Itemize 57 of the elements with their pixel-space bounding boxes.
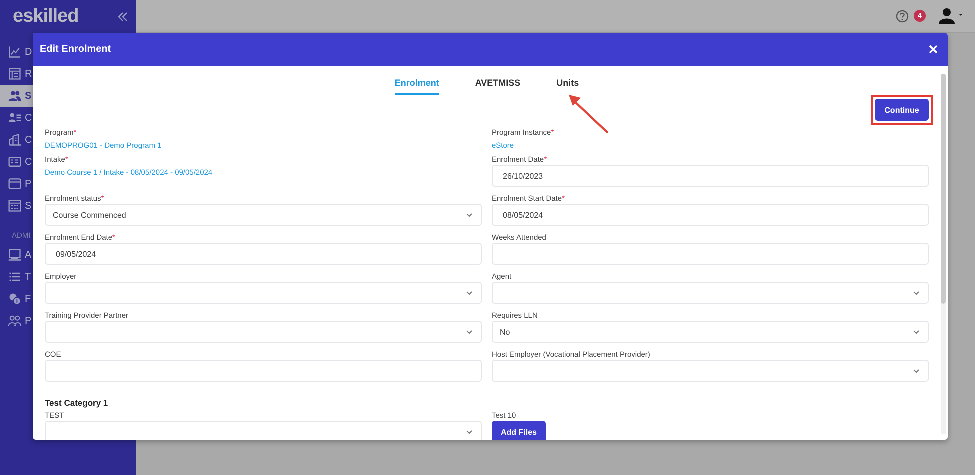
select-field[interactable] [45, 321, 482, 343]
chevron-down-icon [466, 330, 473, 334]
sidebar-item[interactable]: C [0, 151, 33, 173]
sidebar-item[interactable]: P [0, 310, 33, 332]
chevron-down-icon [466, 430, 473, 434]
sidebar-item[interactable]: C [0, 129, 33, 151]
input-field[interactable] [492, 243, 929, 265]
select-field[interactable]: Course Commenced [45, 204, 482, 226]
users-icon [8, 89, 22, 103]
modal-title: Edit Enrolment [40, 44, 112, 55]
chevron-down-icon [913, 290, 920, 296]
input-field[interactable]: 09/05/2024 [45, 243, 482, 265]
chevron-down-icon [466, 212, 473, 218]
user-menu-icon[interactable] [939, 8, 963, 24]
tab[interactable]: Units [556, 75, 580, 95]
select-field[interactable] [45, 282, 482, 304]
select-field[interactable] [45, 421, 482, 440]
window-icon [8, 177, 22, 191]
add-files-button[interactable]: Add Files [492, 421, 546, 440]
input-field[interactable] [45, 360, 482, 382]
tab[interactable]: Enrolment [394, 75, 440, 95]
select-field[interactable] [492, 360, 929, 382]
sidebar-item[interactable]: D [0, 41, 33, 63]
sidebar-item[interactable]: A [0, 244, 33, 266]
tab[interactable]: AVETMISS [475, 75, 521, 95]
monitor-icon [8, 248, 22, 262]
sidebar-item[interactable]: R [0, 63, 33, 85]
scrollbar[interactable] [941, 74, 946, 434]
arrow-annotation [567, 93, 611, 135]
document-icon [8, 67, 22, 81]
continue-button[interactable]: Continue [875, 99, 929, 121]
input-field[interactable]: 26/10/2023 [492, 165, 929, 187]
people-icon [8, 314, 22, 328]
coins-icon [8, 292, 22, 306]
list-icon [8, 270, 22, 284]
contact-icon [8, 111, 22, 125]
sidebar-item[interactable]: F [0, 288, 33, 310]
section-heading: Test Category 1 [45, 397, 110, 409]
chevron-down-icon [466, 290, 473, 296]
select-field[interactable] [492, 282, 929, 304]
card-icon [8, 155, 22, 169]
close-icon[interactable] [929, 45, 938, 54]
sidebar-item[interactable]: S [0, 85, 33, 107]
select-field[interactable]: No [492, 321, 929, 343]
sidebar-item[interactable]: C [0, 107, 33, 129]
sidebar-item[interactable]: S [0, 195, 33, 217]
table-icon [8, 199, 22, 213]
chevron-down-icon [913, 368, 920, 374]
sidebar-item[interactable]: T [0, 266, 33, 288]
building-icon [8, 133, 22, 147]
chart-icon [8, 45, 22, 59]
help-icon[interactable] [896, 10, 909, 22]
input-field[interactable]: 08/05/2024 [492, 204, 929, 226]
logo: eskilled [13, 6, 79, 28]
sidebar-item[interactable]: P [0, 173, 33, 195]
collapse-icon[interactable] [118, 12, 128, 22]
chevron-down-icon [913, 330, 920, 334]
